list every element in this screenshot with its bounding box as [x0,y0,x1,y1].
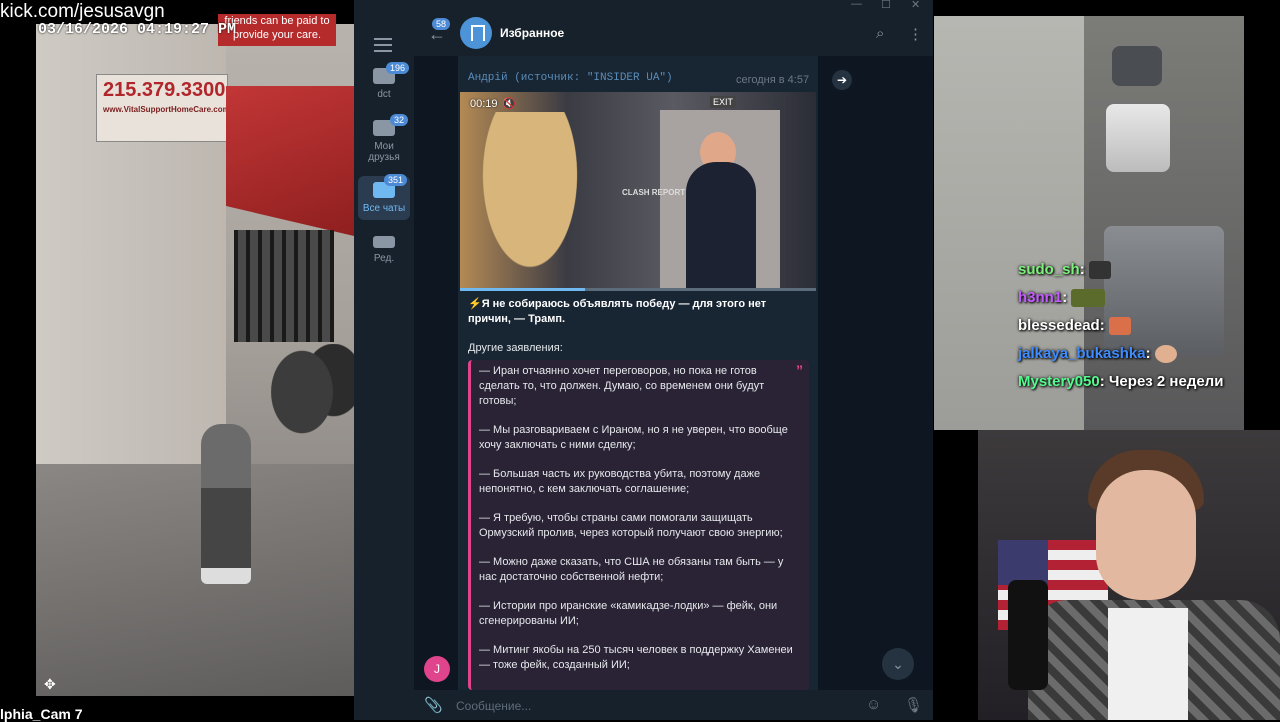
attach-icon[interactable]: 📎 [424,696,443,714]
sidewalk [36,464,354,696]
forwarded-from[interactable]: Андрій (источник: "INSIDER UA") [468,72,673,84]
emote-icon [1088,261,1111,280]
quote-line: — Большая часть их руководства убита, по… [479,468,761,495]
unread-badge: 58 [432,18,451,30]
move-icon: ✥ [44,676,56,692]
video-time: 00:19 [470,98,498,110]
video-progress[interactable] [460,288,816,291]
street-cam-left: 215.379.3300 www.VitalSupportHomeCare.com [36,24,354,696]
message-time: сегодня в 4:57 [736,74,810,86]
chat-title[interactable]: Избранное [500,26,564,40]
microphone [1008,580,1048,690]
parked-car [1106,104,1170,172]
chat-text: : Через 2 недели [1099,373,1224,390]
emote-icon [1071,289,1106,308]
camera-timestamp: 03/16/2026 04:19:27 PM [38,21,237,38]
user-avatar[interactable]: J [424,656,450,682]
chat-username: Mystery050 [1018,373,1100,390]
chat-text: : [1079,261,1085,278]
maximize-button[interactable]: ☐ [881,0,891,11]
unread-badge: 32 [390,114,409,126]
quote-line: — Истории про иранские «камикадзе-лодки»… [479,600,778,627]
chat-message: blessedead: [1018,312,1244,340]
folder-rail: dct 196 Мои друзья 32 Все чаты 351 Ред. [354,12,414,720]
chat-message: h3nn1: [1018,284,1244,312]
quote-icon: ” [796,362,803,378]
close-button[interactable]: ✕ [911,0,920,11]
folder-dct[interactable]: dct 196 [358,62,410,100]
streamer-webcam [978,430,1280,720]
folder-label: Ред. [373,253,395,264]
video-reporter [470,112,590,288]
forward-icon[interactable]: ➔ [832,70,852,90]
quote-line: — Можно даже сказать, что США не обязаны… [479,556,784,583]
chat-text: : [1062,289,1068,306]
streamer-face [1096,470,1196,600]
parked-car [1112,46,1162,86]
emoji-icon[interactable]: ☺ [866,696,881,713]
message-input[interactable] [454,696,838,716]
chat-message: jalkaya_bukashka: [1018,340,1244,368]
unread-badge: 351 [384,174,408,186]
quote-line: — Мы разговариваем с Ираном, но я не уве… [479,424,788,451]
chat-username: sudo_sh [1018,261,1080,278]
quote-line: — Митинг якобы на 250 тысяч человек в по… [479,644,793,671]
white-tee [1108,608,1188,720]
stream-chat: sudo_sh: h3nn1: blessedead: jalkaya_buka… [1018,256,1244,396]
chat-header: ← 58 Избранное ⌕ ⋮ [414,12,933,56]
quote-line: — Я требую, чтобы страны сами помогали з… [479,512,783,539]
sitting-people [266,344,354,464]
video-speaker-suit [686,162,756,288]
chat-text: : [1145,345,1151,362]
video-watermark: CLASH REPORT [622,188,686,197]
video-progress-fill [460,288,585,291]
folder-label: Мои друзья [368,141,400,163]
window-titlebar: — ☐ ✕ [354,0,933,12]
blockquote: ” — Иран отчаянно хочет переговоров, но … [468,360,809,690]
chat-text: : [1099,317,1105,334]
barred-window [234,230,334,342]
chat-username: h3nn1 [1018,289,1063,306]
business-sign: 215.379.3300 www.VitalSupportHomeCare.com [96,74,230,142]
search-icon[interactable]: ⌕ [876,25,884,42]
chat-message: sudo_sh: [1018,256,1244,284]
sliders-icon [373,236,395,248]
video-exit-sign: EXIT [710,96,737,108]
message-composer: 📎 ☺ 🎙 [414,690,933,720]
folder-label: Все чаты [362,203,406,214]
menu-icon[interactable] [374,38,392,56]
emote-icon [1108,317,1131,336]
folder-all-chats[interactable]: Все чаты 351 [358,174,410,220]
message-caption: ⚡Я не собираюсь объявлять победу — для э… [468,298,767,325]
saved-messages-icon [460,17,492,49]
chat-message: Mystery050: Через 2 недели [1018,368,1244,396]
sign-site: www.VitalSupportHomeCare.com [103,105,230,114]
message-subheading: Другие заявления: [468,342,563,354]
more-options-icon[interactable]: ⋮ [908,25,923,43]
minimize-button[interactable]: — [851,0,862,10]
walking-person [201,424,251,584]
folder-friends[interactable]: Мои друзья 32 [358,114,410,163]
red-awning [226,86,354,236]
forwarded-message[interactable]: Андрій (источник: "INSIDER UA") сегодня … [458,56,818,690]
folder-label: dct [377,89,391,100]
muted-speaker-icon[interactable]: 🔇 [502,97,516,110]
quote-line: — Иран отчаянно хочет переговоров, но по… [479,365,765,407]
unread-badge: 196 [386,62,410,74]
message-list[interactable]: Андрій (источник: "INSIDER UA") сегодня … [414,56,933,690]
microphone-icon[interactable]: 🎙 [904,696,923,714]
folder-edit[interactable]: Ред. [358,236,410,264]
telegram-window: — ☐ ✕ dct 196 Мои друзья 32 Все чаты 351… [354,0,933,720]
scroll-down-button[interactable]: ⌄ [882,648,914,680]
video-player[interactable]: EXIT CLASH REPORT 00:19 🔇 [460,92,816,288]
chat-username: jalkaya_bukashka [1018,345,1146,362]
sign-phone: 215.379.3300 [103,79,226,101]
chat-username: blessedead [1018,317,1100,334]
emote-icon [1154,345,1177,364]
